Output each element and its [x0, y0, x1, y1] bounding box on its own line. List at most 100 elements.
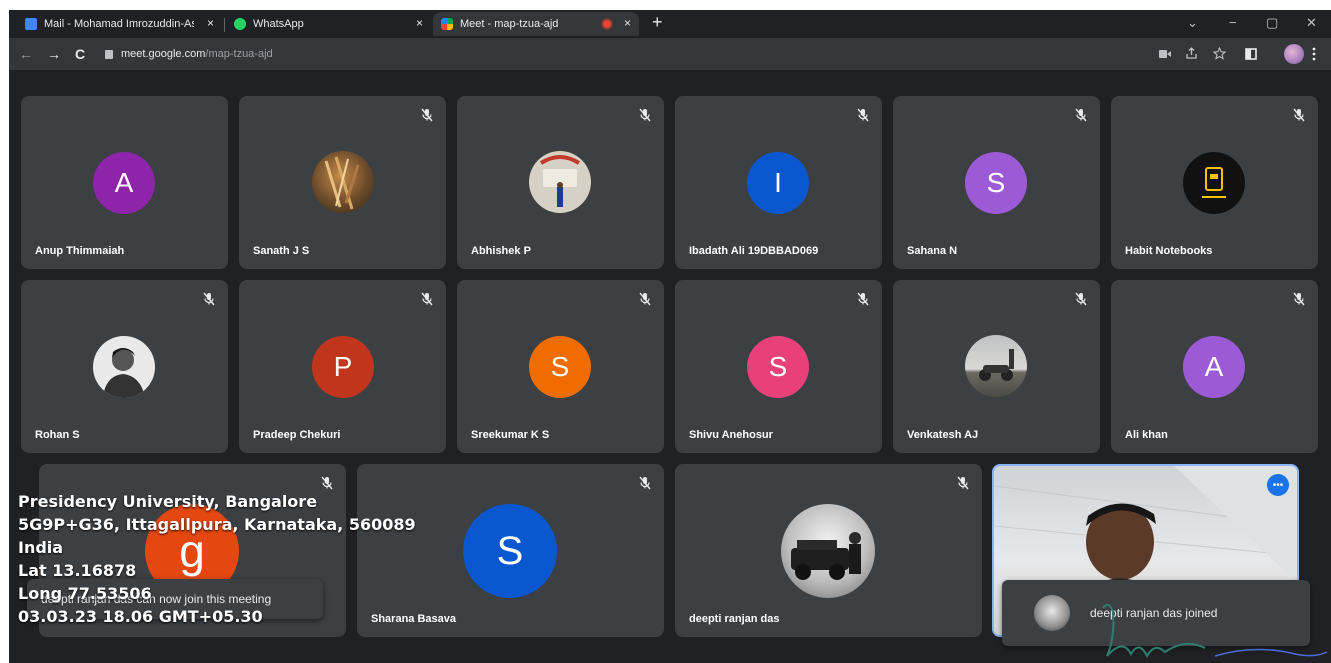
jeep-photo [791, 532, 861, 580]
avatar: A [93, 152, 155, 214]
minimize-button[interactable]: − [1229, 15, 1237, 30]
country: India [18, 538, 64, 557]
participant-tile[interactable]: S Sahana N [893, 96, 1100, 269]
more-options-button[interactable]: ••• [1267, 474, 1289, 496]
avatar [965, 335, 1027, 397]
avatar: A [1183, 336, 1245, 398]
participant-tile[interactable]: Venkatesh AJ [893, 280, 1100, 453]
profile-avatar[interactable] [1284, 44, 1304, 64]
avatar [1183, 152, 1245, 214]
avatar: S [965, 152, 1027, 214]
mic-off-icon [639, 108, 651, 122]
mic-off-icon [1293, 108, 1305, 122]
participant-tile[interactable]: Abhishek P [457, 96, 664, 269]
avatar: I [747, 152, 809, 214]
avatar-initial: A [114, 167, 134, 198]
avatar: S [747, 336, 809, 398]
avatar-initial: S [986, 167, 1006, 198]
tab-title: Meet - map-tzua-ajd [460, 18, 559, 30]
participant-name: Anup Thimmaiah [35, 245, 125, 257]
new-tab-button[interactable]: + [652, 12, 663, 33]
longitude: Long 77.53506 [18, 584, 152, 603]
avatar-initial: S [768, 351, 788, 382]
participant-tile[interactable]: Habit Notebooks [1111, 96, 1318, 269]
share-icon[interactable] [1185, 47, 1198, 60]
forward-button[interactable]: → [47, 46, 61, 62]
avatar-initial: I [774, 167, 782, 198]
avatar [781, 504, 875, 598]
avatar-initial: A [1204, 351, 1224, 382]
tab-strip: Mail - Mohamad Imrozuddin-As × WhatsApp … [9, 10, 1331, 38]
participant-name: Sanath J S [253, 245, 310, 257]
tab-mail[interactable]: Mail - Mohamad Imrozuddin-As × [17, 12, 222, 36]
avatar [93, 336, 155, 398]
person-photo [539, 155, 581, 207]
recording-dot-icon [603, 20, 611, 28]
url-path: /map-tzua-ajd [205, 48, 273, 60]
signature-mark [1102, 603, 1328, 659]
participant-tile[interactable]: A Anup Thimmaiah [21, 96, 228, 269]
wooden-sticks-photo [324, 156, 360, 210]
tab-title: WhatsApp [253, 18, 304, 30]
mic-off-icon [203, 292, 215, 306]
participant-tile[interactable]: Sanath J S [239, 96, 446, 269]
mic-off-icon [1075, 292, 1087, 306]
avatar-initial: S [496, 528, 524, 573]
restore-button[interactable]: ▢ [1266, 15, 1278, 31]
participant-tile[interactable]: S Shivu Anehosur [675, 280, 882, 453]
person-photo [103, 348, 145, 398]
participant-name: Abhishek P [471, 245, 531, 257]
participant-name: Rohan S [35, 429, 80, 441]
star-icon[interactable] [1213, 47, 1226, 60]
participant-name: Ali khan [1125, 429, 1168, 441]
avatar [312, 151, 374, 213]
avatar: S [463, 504, 557, 598]
browser-toolbar: ← → C meet.google.com/map-tzua-ajd [9, 38, 1331, 70]
mic-off-icon [1293, 292, 1305, 306]
tab-meet[interactable]: Meet - map-tzua-ajd × [433, 12, 639, 36]
mic-off-icon [857, 292, 869, 306]
back-button[interactable]: ← [19, 46, 33, 62]
participant-tile[interactable]: P Pradeep Chekuri [239, 280, 446, 453]
tab-divider [224, 18, 225, 32]
close-window-button[interactable]: ✕ [1306, 15, 1317, 31]
sidepanel-icon[interactable] [1245, 48, 1257, 60]
participant-name: Sreekumar K S [471, 429, 550, 441]
avatar: S [529, 336, 591, 398]
avatar-initial: S [550, 351, 570, 382]
camera-icon[interactable] [1159, 49, 1171, 59]
outlook-icon [25, 18, 37, 30]
mic-off-icon [321, 476, 333, 490]
tab-whatsapp[interactable]: WhatsApp × [226, 12, 431, 36]
mic-off-icon [957, 476, 969, 490]
participant-name: Pradeep Chekuri [253, 429, 341, 441]
mic-off-icon [639, 476, 651, 490]
reload-button[interactable]: C [75, 46, 85, 62]
avatar-initial: P [333, 351, 353, 382]
address: 5G9P+G36, Ittagallpura, Karnataka, 56008… [18, 515, 416, 534]
tab-title: Mail - Mohamad Imrozuddin-As [44, 18, 194, 30]
location-name: Presidency University, Bangalore [18, 492, 318, 511]
meet-icon [441, 18, 453, 30]
close-icon[interactable]: × [624, 16, 631, 30]
menu-icon[interactable] [1312, 47, 1316, 61]
motorcycle-photo [979, 349, 1014, 381]
address-bar[interactable]: meet.google.com/map-tzua-ajd [105, 43, 1155, 65]
participant-tile[interactable]: Rohan S [21, 280, 228, 453]
participant-name: Habit Notebooks [1125, 245, 1213, 257]
mic-off-icon [1075, 108, 1087, 122]
participant-tile[interactable]: I Ibadath Ali 19DBBAD069 [675, 96, 882, 269]
lock-icon [105, 49, 113, 59]
url-host: meet.google.com [121, 48, 206, 60]
close-icon[interactable]: × [207, 16, 214, 30]
participant-name: Shivu Anehosur [689, 429, 773, 441]
participant-tile[interactable]: deepti ranjan das [675, 464, 982, 637]
participant-tile[interactable]: S Sreekumar K S [457, 280, 664, 453]
close-icon[interactable]: × [416, 16, 423, 30]
geotag-overlay: Presidency University, Bangalore 5G9P+G3… [18, 490, 416, 628]
mic-off-icon [421, 108, 433, 122]
tab-search-icon[interactable]: ⌄ [1187, 15, 1198, 31]
participant-tile[interactable]: A Ali khan [1111, 280, 1318, 453]
mic-off-icon [857, 108, 869, 122]
latitude: Lat 13.16878 [18, 561, 137, 580]
